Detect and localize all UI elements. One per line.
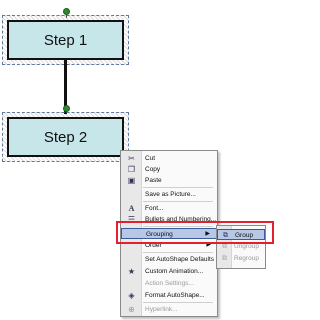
menu-separator [143,201,213,202]
highlight-callout [116,221,274,244]
menu-separator [143,252,213,253]
menu-item-copy[interactable]: ❐ Copy [121,164,217,175]
paste-icon: ▣ [127,176,136,185]
step1-label: Step 1 [43,31,88,49]
menu-separator [143,302,213,303]
slide-canvas: Step 1 Step 2 ✂ Cut ❐ Copy ▣ Paste Save … [0,0,280,320]
menu-item-cut[interactable]: ✂ Cut [121,153,217,164]
menu-item-paste[interactable]: ▣ Paste [121,175,217,186]
hyperlink-icon: ⊕ [128,305,135,314]
step1-shape[interactable]: Step 1 [7,20,124,60]
menu-item-set-autoshape-defaults[interactable]: Set AutoShape Defaults [121,254,217,265]
regroup-icon: ⧉ [222,255,227,262]
format-icon: ◈ [128,291,135,300]
menu-item-format-autoshape[interactable]: ◈ Format AutoShape... [121,290,217,301]
menu-item-font[interactable]: A Font... [121,203,217,214]
rotation-handle-step1[interactable] [63,8,70,15]
scissors-icon: ✂ [128,154,135,163]
menu-item-save-as-picture[interactable]: Save as Picture... [121,189,217,200]
menu-separator [143,187,213,188]
menu-item-hyperlink[interactable]: ⊕ Hyperlink... [121,304,217,315]
animation-icon: ★ [127,267,136,276]
step2-shape[interactable]: Step 2 [7,117,124,157]
menu-item-action-settings[interactable]: Action Settings... [121,278,217,289]
font-icon: A [128,204,135,213]
submenu-item-regroup[interactable]: ⧉ Regroup [217,253,265,264]
menu-item-custom-animation[interactable]: ★ Custom Animation... [121,266,217,277]
rotation-handle-step2[interactable] [63,105,70,112]
step2-label: Step 2 [43,128,88,146]
copy-icon: ❐ [127,165,136,174]
